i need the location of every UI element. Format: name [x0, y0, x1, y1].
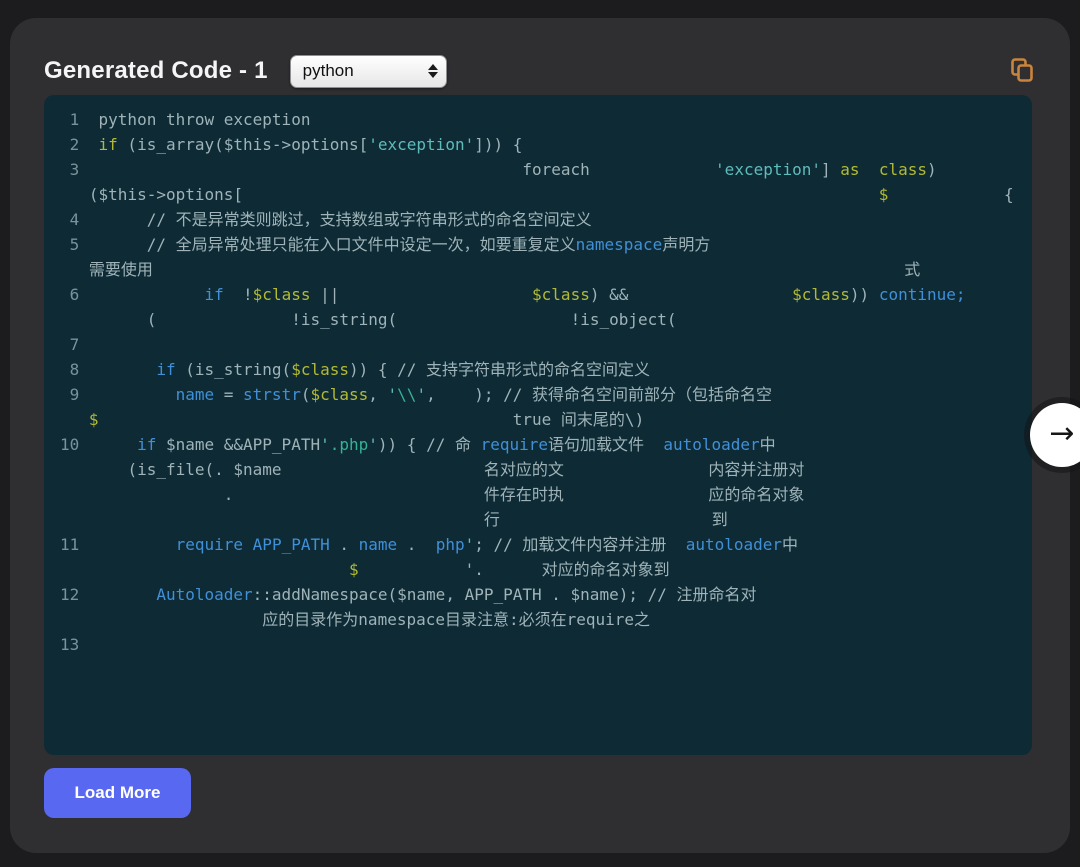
- generated-code-card: Generated Code - 1 python 1 python throw…: [10, 18, 1070, 853]
- code-block[interactable]: 1 python throw exception 2 if (is_array(…: [44, 95, 1032, 755]
- code-row: 2 if (is_array($this->options['exception…: [60, 135, 523, 154]
- load-more-button[interactable]: Load More: [44, 768, 191, 818]
- code-row: ($this->options[ $ {: [88, 185, 1014, 204]
- code-row: 5 // 全局异常处理只能在入口文件中设定一次，如要重复定义namespace声…: [60, 235, 711, 254]
- up-down-arrows-icon: [427, 64, 438, 78]
- copy-button[interactable]: [1008, 55, 1036, 88]
- code-row: $ '. 对应的命名对象到: [348, 560, 670, 579]
- page-title: Generated Code - 1: [44, 57, 268, 84]
- code-row: 9 name = strstr($class, '\\', ); // 获得命名…: [60, 385, 773, 404]
- code-row: $ true 间末尾的\): [88, 410, 645, 429]
- copy-icon: [1010, 57, 1034, 86]
- arrow-right-icon: →: [1049, 416, 1075, 451]
- code-row: 3 foreach 'exception'] as class): [60, 160, 937, 179]
- code-row: . 件存在时执 应的命名对象: [223, 485, 805, 504]
- code-row: (is_file(. $name 名对应的文 内容并注册对: [127, 460, 805, 479]
- code-row: 8 if (is_string($class)) { // 支持字符串形式的命名…: [60, 360, 651, 379]
- code-row: 行 到: [483, 510, 728, 529]
- code-row: 12 Autoloader::addNamespace($name, APP_P…: [60, 585, 757, 604]
- language-select-value: python: [302, 61, 354, 80]
- code-row: 7: [60, 335, 99, 354]
- code-row: 11 require APP_PATH . name . php'; // 加载…: [60, 535, 799, 554]
- code-row: 需要使用 式: [88, 260, 921, 279]
- code-row: 1 python throw exception: [60, 110, 311, 129]
- code-row: 4 // 不是异常类则跳过，支持数组或字符串形式的命名空间定义: [60, 210, 592, 229]
- code-row: 13: [60, 635, 99, 654]
- code-row: 应的目录作为namespace目录注意:必须在require之: [262, 610, 651, 629]
- code-row: 10 if $name &&APP_PATH'.php')) { // 命 re…: [60, 435, 776, 454]
- code-row: 6 if !$class || $class) && $class)) cont…: [60, 285, 966, 304]
- code-row: ( !is_string( !is_object(: [146, 310, 677, 329]
- card-header: Generated Code - 1 python: [44, 50, 1036, 92]
- language-select[interactable]: python: [289, 54, 447, 88]
- code-content: 1 python throw exception 2 if (is_array(…: [44, 95, 1032, 669]
